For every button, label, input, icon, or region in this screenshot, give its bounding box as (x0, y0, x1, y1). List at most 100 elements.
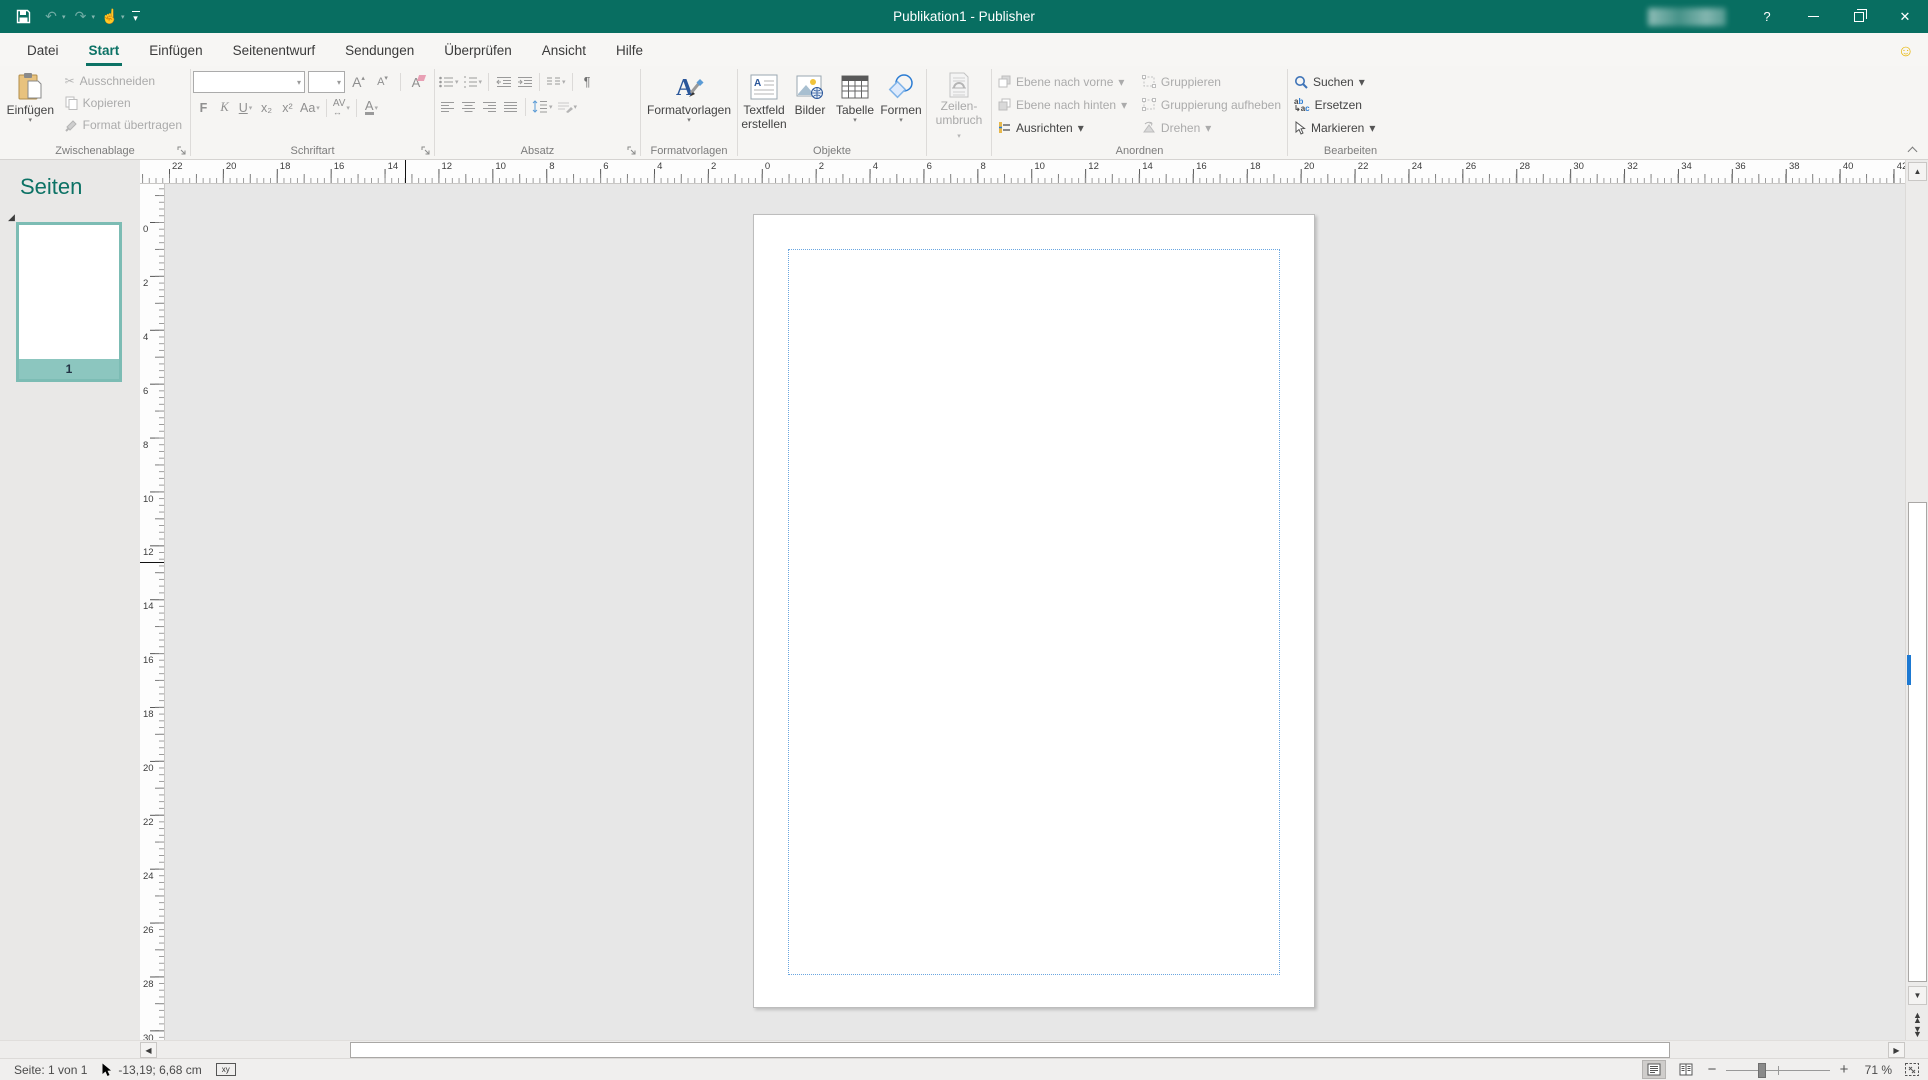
bold-button[interactable]: F (193, 97, 214, 118)
object-size-icon[interactable]: xy (216, 1063, 236, 1076)
publication-page[interactable] (753, 214, 1315, 1008)
font-color-button[interactable]: A ▾ (361, 97, 382, 118)
increase-indent-button[interactable] (514, 71, 535, 92)
restore-button[interactable] (1836, 0, 1882, 33)
vertical-scrollbar-thumb[interactable] (1908, 502, 1927, 982)
minimize-button[interactable] (1790, 0, 1836, 33)
zwischenablage-dialog-launcher-icon[interactable] (177, 146, 187, 156)
help-button[interactable]: ? (1744, 0, 1790, 33)
text-wrapping-button[interactable]: Zeilen- umbruch ▾ (929, 69, 989, 143)
scroll-up-button[interactable]: ▲ (1908, 162, 1927, 181)
send-backward-button[interactable]: Ebene nach hinten ▾ (994, 93, 1138, 116)
group-objects-button[interactable]: Gruppieren (1138, 70, 1285, 93)
undo-dropdown[interactable]: ▾ (62, 13, 66, 21)
replace-button[interactable]: ab ↳ac Ersetzen (1290, 93, 1379, 116)
publication-canvas[interactable] (165, 184, 1905, 1040)
redo-button[interactable]: ↷ (68, 0, 94, 33)
zoom-out-button[interactable]: − (1706, 1061, 1718, 1078)
cut-button[interactable]: ✂ Ausschneiden (59, 70, 188, 92)
rotate-objects-button[interactable]: Drehen ▾ (1138, 116, 1285, 139)
tab-sendungen[interactable]: Sendungen (330, 36, 429, 66)
shrink-font-button[interactable]: A▾ (372, 72, 393, 93)
next-page-button[interactable]: ▼▼ (1908, 1022, 1927, 1041)
pages-panel-collapse-icon[interactable]: ◢ (8, 212, 15, 223)
find-button[interactable]: Suchen ▾ (1290, 70, 1379, 93)
single-page-view-button[interactable] (1642, 1060, 1666, 1079)
page-indicator[interactable]: Seite: 1 von 1 (14, 1063, 87, 1077)
zoom-slider-thumb[interactable] (1758, 1063, 1766, 1078)
shapes-dropdown[interactable]: ▾ (899, 117, 903, 125)
scroll-right-button[interactable]: ▶ (1888, 1042, 1905, 1058)
scroll-down-button[interactable]: ▼ (1908, 986, 1927, 1005)
tab-start[interactable]: Start (74, 36, 135, 66)
table-button[interactable]: Tabelle ▾ (832, 69, 878, 143)
shapes-button[interactable]: Formen ▾ (878, 69, 924, 143)
table-dropdown[interactable]: ▾ (853, 117, 857, 125)
zoom-in-button[interactable]: + (1838, 1061, 1850, 1078)
numbering-button[interactable]: ▾ (461, 71, 485, 92)
align-center-button[interactable] (458, 96, 479, 117)
scroll-left-button[interactable]: ◀ (140, 1042, 157, 1058)
font-name-combobox[interactable]: ▾ (193, 71, 305, 93)
feedback-smiley-icon[interactable]: ☺ (1898, 44, 1914, 60)
subscript-button[interactable]: x₂ (256, 97, 277, 118)
underline-button[interactable]: U▾ (235, 97, 256, 118)
tab-datei[interactable]: Datei (12, 36, 74, 66)
bullets-button[interactable]: ▾ (437, 71, 461, 92)
align-right-button[interactable] (479, 96, 500, 117)
redo-dropdown[interactable]: ▾ (92, 13, 96, 21)
justify-button[interactable] (500, 96, 521, 117)
italic-button[interactable]: K (214, 97, 235, 118)
customize-qat-button[interactable]: ▾ (127, 11, 145, 22)
two-page-view-button[interactable] (1674, 1060, 1698, 1079)
character-spacing-button[interactable]: AV↔ ▾ (331, 97, 352, 118)
align-objects-button[interactable]: Ausrichten ▾ (994, 116, 1138, 139)
user-account-redacted[interactable] (1648, 8, 1726, 26)
zoom-slider[interactable] (1726, 1061, 1830, 1079)
line-spacing-button[interactable]: ▾ (530, 96, 555, 117)
zoom-level[interactable]: 71 % (1858, 1063, 1892, 1077)
change-case-button[interactable]: Aa▾ (298, 97, 322, 118)
paste-button[interactable]: Einfügen ▾ (2, 69, 59, 143)
schriftart-dialog-launcher-icon[interactable] (421, 146, 431, 156)
select-button[interactable]: Markieren ▾ (1290, 116, 1379, 139)
decrease-indent-button[interactable] (493, 71, 514, 92)
undo-button[interactable]: ↶ (38, 0, 64, 33)
tab-ansicht[interactable]: Ansicht (527, 36, 601, 66)
touch-mouse-mode-button[interactable]: ☝ (97, 0, 123, 33)
collapse-ribbon-button[interactable] (1908, 145, 1916, 153)
tab-einfuegen[interactable]: Einfügen (134, 36, 217, 66)
clear-formatting-button[interactable]: A (408, 72, 429, 93)
ungroup-objects-button[interactable]: Gruppierung aufheben (1138, 93, 1285, 116)
superscript-button[interactable]: x² (277, 97, 298, 118)
tab-seitenentwurf[interactable]: Seitenentwurf (218, 36, 331, 66)
horizontal-ruler[interactable]: 2220181614121086420246810121416182022242… (140, 160, 1905, 184)
horizontal-scrollbar-thumb[interactable] (350, 1042, 1670, 1058)
columns-button[interactable]: ▾ (544, 71, 568, 92)
vertical-ruler[interactable]: 024681012141618202224262830 (140, 184, 165, 1040)
copy-button[interactable]: Kopieren (59, 92, 188, 114)
paragraph-shading-button[interactable]: ▾ (555, 96, 580, 117)
align-left-button[interactable] (437, 96, 458, 117)
styles-button[interactable]: A Formatvorlagen ▾ (643, 69, 735, 143)
close-button[interactable]: ✕ (1882, 0, 1928, 33)
cursor-coordinates[interactable]: -13,19; 6,68 cm (118, 1063, 201, 1077)
bring-forward-button[interactable]: Ebene nach vorne ▾ (994, 70, 1138, 93)
vertical-scrollbar[interactable]: ▲ ▼ ▲▲ ▼▼ (1905, 160, 1928, 1040)
tab-hilfe[interactable]: Hilfe (601, 36, 658, 66)
format-painter-button[interactable]: Format übertragen (59, 114, 188, 136)
save-button[interactable] (10, 0, 36, 33)
draw-textbox-button[interactable]: A Textfeld erstellen (740, 69, 788, 143)
special-characters-button[interactable]: ¶ (577, 71, 598, 92)
touch-mode-dropdown[interactable]: ▾ (121, 13, 125, 21)
page-thumbnail[interactable]: 1 (16, 222, 122, 382)
absatz-dialog-launcher-icon[interactable] (627, 146, 637, 156)
fit-page-button[interactable] (1904, 1062, 1920, 1077)
grow-font-button[interactable]: A▴ (348, 72, 369, 93)
tab-ueberpruefen[interactable]: Überprüfen (429, 36, 527, 66)
paste-dropdown[interactable]: ▾ (29, 117, 33, 125)
font-size-combobox[interactable]: ▾ (308, 71, 345, 93)
pictures-button[interactable]: Bilder (788, 69, 832, 143)
horizontal-scrollbar[interactable]: ◀ ▶ (0, 1040, 1928, 1058)
styles-dropdown[interactable]: ▾ (687, 117, 691, 125)
